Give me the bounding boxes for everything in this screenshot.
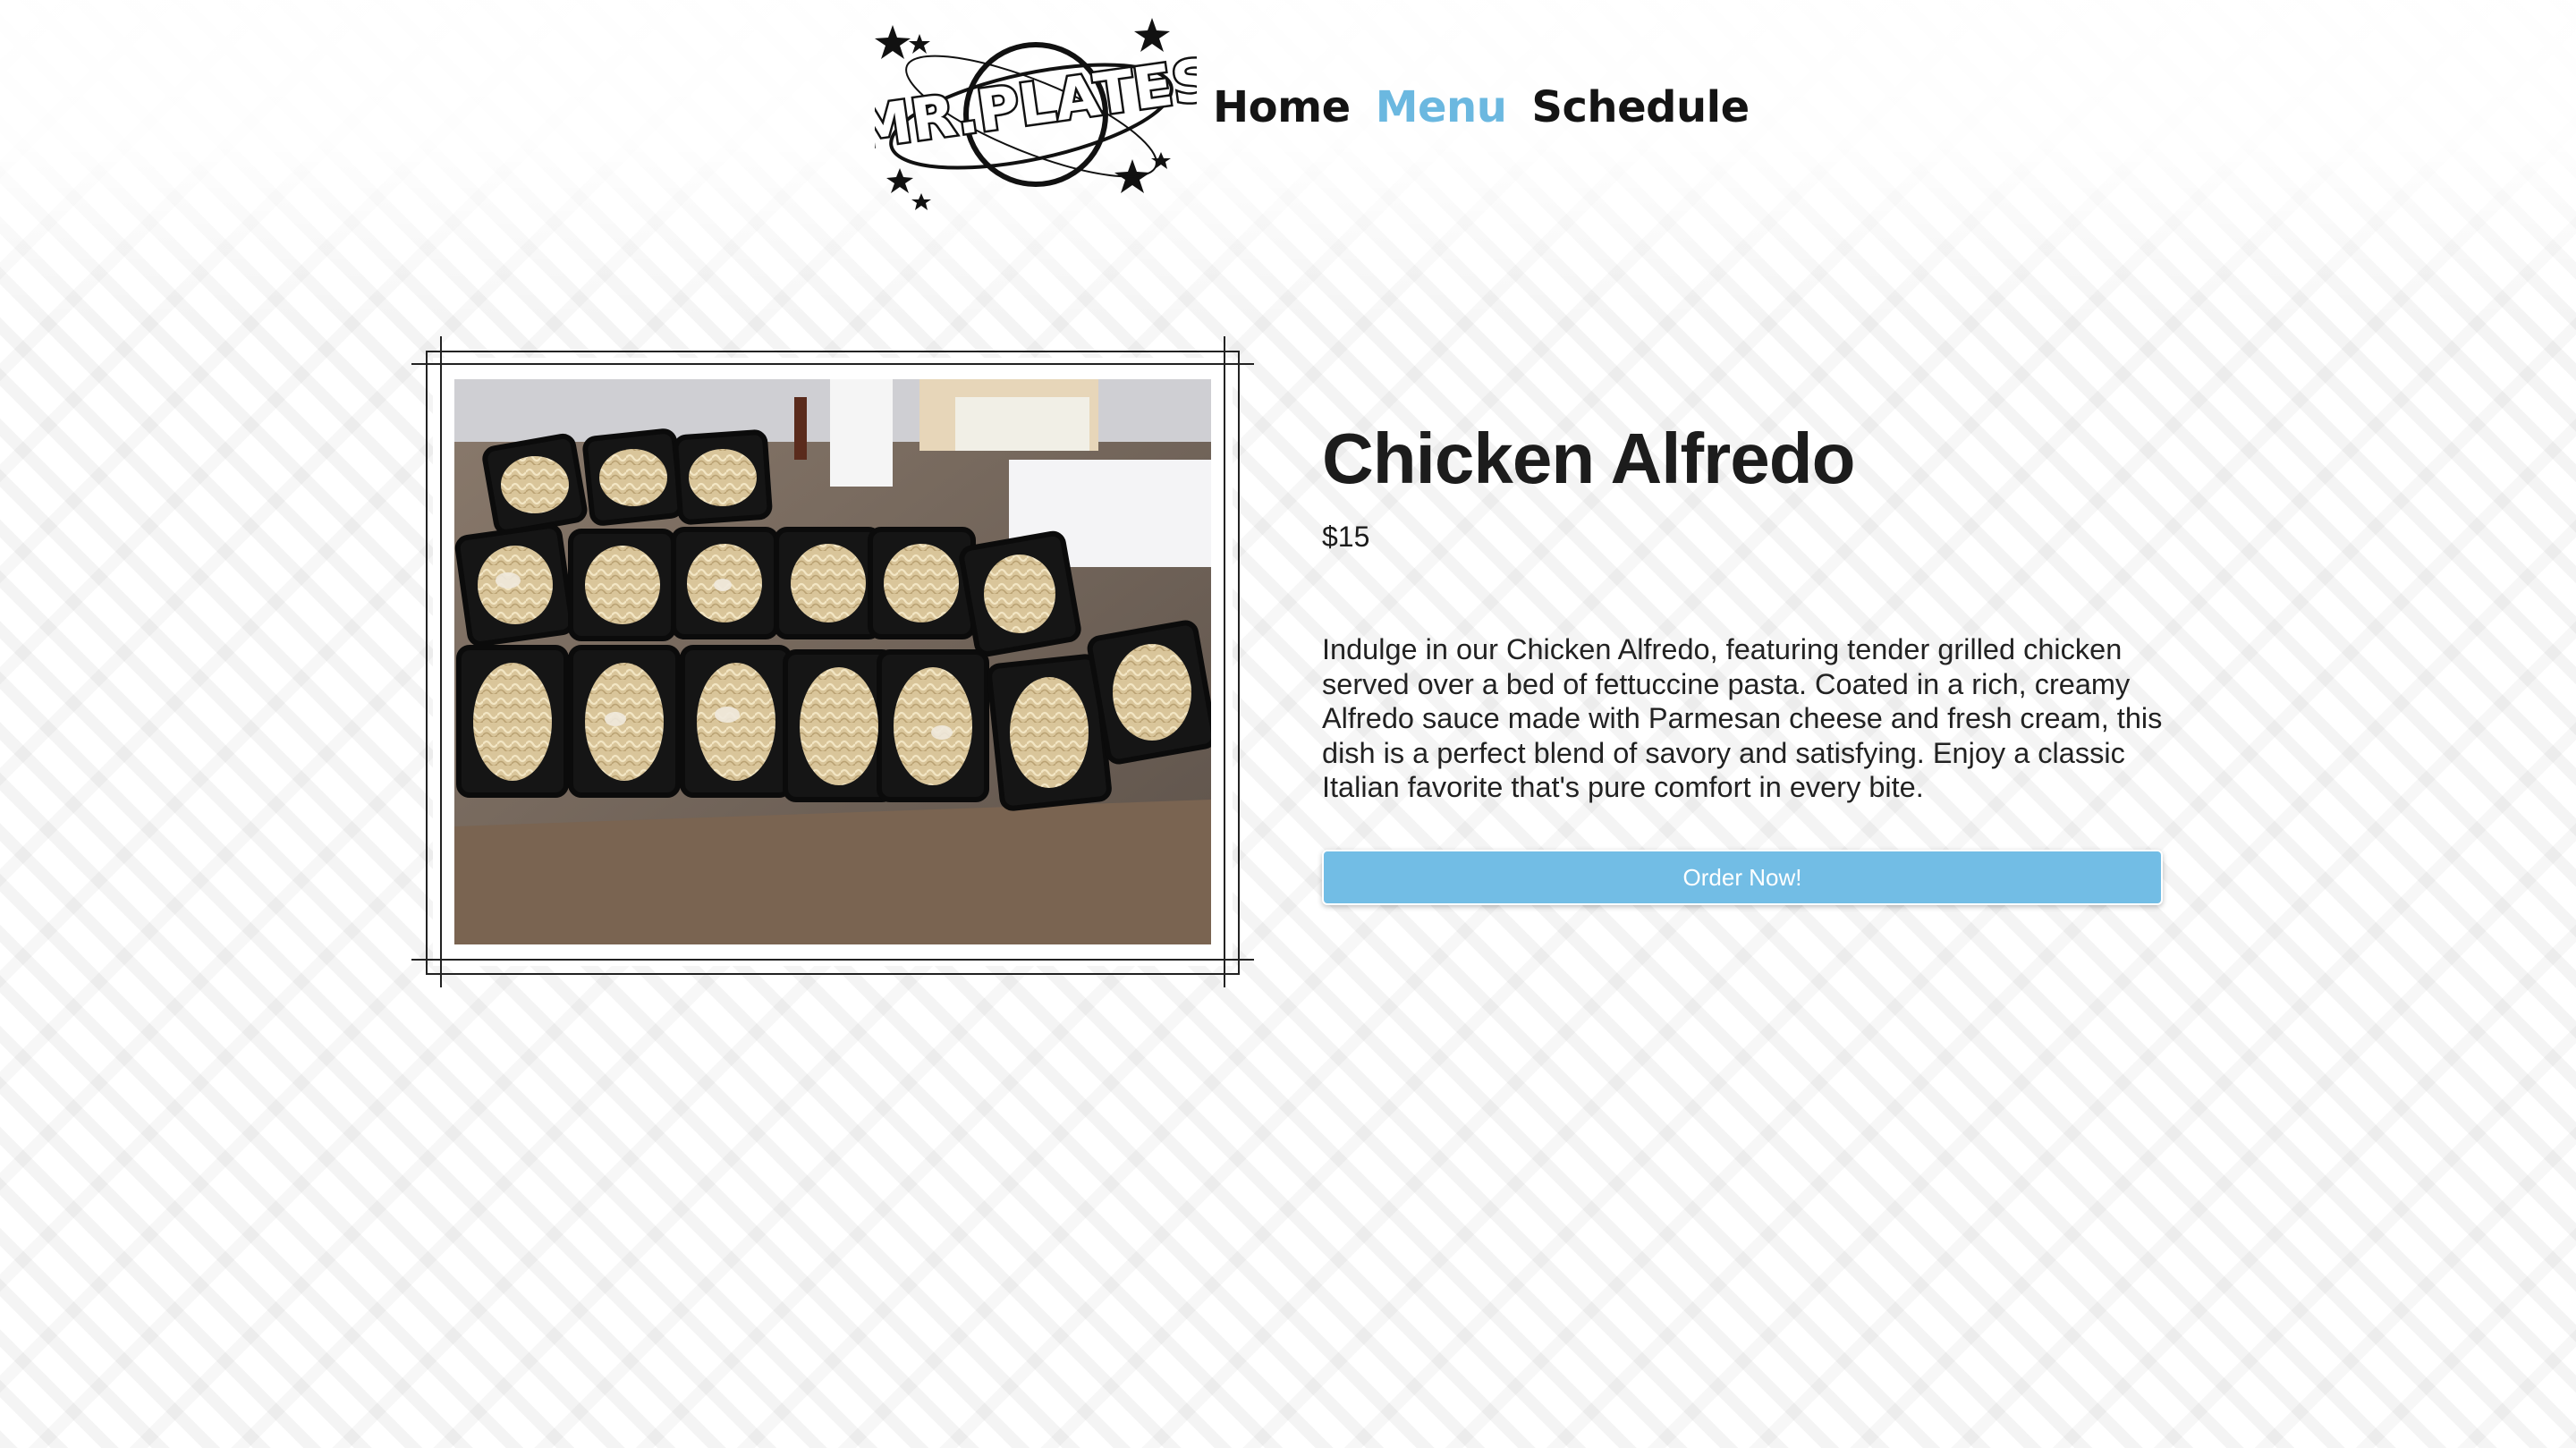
frame-line-top-inner (426, 351, 1240, 352)
nav-home-link[interactable]: Home (1213, 82, 1351, 132)
product-image-frame (411, 336, 1254, 987)
food-photo-icon (454, 379, 1211, 944)
product-price: $15 (1322, 521, 1370, 553)
frame-line-left-inner (426, 351, 428, 975)
product-title: Chicken Alfredo (1322, 419, 1855, 498)
frame-line-left-outer (440, 336, 442, 987)
product-photo (454, 379, 1211, 944)
product-description: Indulge in our Chicken Alfredo, featurin… (1322, 633, 2163, 803)
main-nav: Home Menu Schedule (1213, 82, 1775, 132)
logo-mark: MR.PLATES (875, 18, 1197, 210)
brand-logo[interactable]: MR.PLATES (875, 9, 1197, 215)
nav-menu-link[interactable]: Menu (1376, 82, 1507, 132)
frame-line-bottom-outer (411, 959, 1254, 961)
product-info: Chicken Alfredo $15 Indulge in our Chick… (1322, 410, 2163, 805)
frame-line-right-inner (1238, 351, 1240, 975)
frame-line-bottom-inner (426, 973, 1240, 975)
order-now-button[interactable]: Order Now! (1322, 850, 2163, 905)
frame-line-right-outer (1224, 336, 1225, 987)
frame-line-top-outer (411, 363, 1254, 365)
nav-schedule-link[interactable]: Schedule (1531, 82, 1750, 132)
site-header: MR.PLATES Home Menu Schedule (875, 9, 1775, 215)
